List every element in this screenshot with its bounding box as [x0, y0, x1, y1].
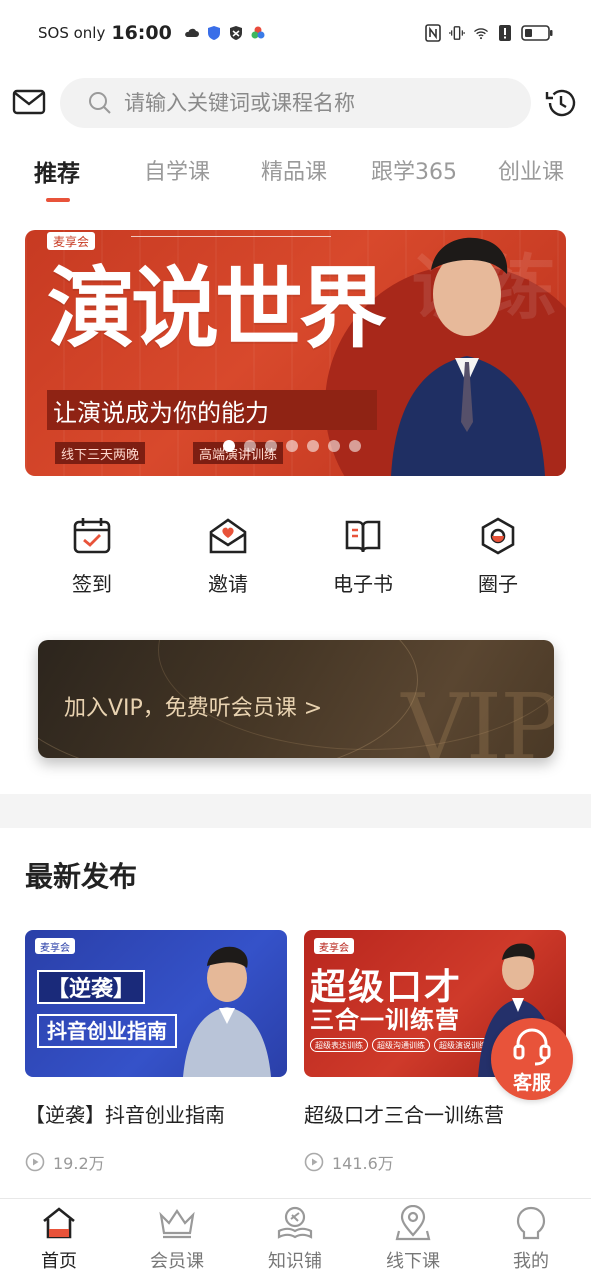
- clock-text: 16:00: [111, 22, 172, 44]
- play-count-icon: [304, 1152, 324, 1172]
- category-tabs: 推荐 自学课 精品课 跟学365 创业课: [0, 148, 591, 206]
- course-plays: 19.2万: [25, 1150, 287, 1174]
- carrier-text: SOS only: [38, 24, 106, 42]
- course-plays: 141.6万: [304, 1150, 566, 1174]
- nav-offline-course-label: 线下课: [386, 1251, 440, 1272]
- checkin-button[interactable]: 签到: [42, 512, 142, 602]
- search-icon: [88, 91, 112, 115]
- ebook-button[interactable]: 电子书: [313, 512, 413, 602]
- location-icon: [395, 1205, 431, 1241]
- carousel-dots: [223, 440, 361, 452]
- nav-offline-course[interactable]: 线下课: [363, 1205, 463, 1273]
- tab-self-study[interactable]: 自学课: [144, 154, 210, 186]
- envelope-heart-icon: [209, 518, 247, 554]
- active-tab-indicator: [46, 198, 70, 202]
- nav-home[interactable]: 首页: [9, 1205, 109, 1273]
- quick-actions: 签到 邀请 电子书 圈子: [0, 512, 591, 602]
- nav-profile-label: 我的: [513, 1251, 549, 1272]
- nav-member-course-label: 会员课: [150, 1251, 204, 1272]
- alert-icon: [497, 25, 513, 41]
- thumb-line-2: 三合一训练营: [310, 1006, 460, 1034]
- profile-icon: [516, 1206, 546, 1240]
- carousel-dot[interactable]: [328, 440, 340, 452]
- cloud-sun-icon: [184, 25, 200, 41]
- tab-recommend[interactable]: 推荐: [34, 154, 80, 188]
- circle-label: 圈子: [478, 572, 518, 596]
- status-right: [425, 24, 553, 42]
- carousel-dot[interactable]: [223, 440, 235, 452]
- nav-member-course[interactable]: 会员课: [127, 1205, 227, 1273]
- vip-watermark: VIP: [401, 674, 554, 758]
- knowledge-icon: [277, 1206, 313, 1239]
- play-count-icon: [25, 1152, 45, 1172]
- play-count-text: 141.6万: [332, 1154, 394, 1173]
- thumb-pills: 超级表达训练 超级沟通训练 超级演说训练: [310, 1038, 492, 1052]
- tab-startup[interactable]: 创业课: [498, 154, 564, 186]
- status-left: SOS only 16:00: [38, 22, 266, 44]
- play-count-text: 19.2万: [53, 1154, 105, 1173]
- section-title: 最新发布: [25, 860, 138, 893]
- nav-profile[interactable]: 我的: [481, 1205, 581, 1273]
- thumb-brand-logo: 麦享会: [35, 938, 75, 954]
- vip-cta-text: 加入VIP，免费听会员课 >: [64, 696, 323, 721]
- tab-premium[interactable]: 精品课: [261, 154, 327, 186]
- nav-home-label: 首页: [41, 1251, 77, 1272]
- search-bar[interactable]: [60, 78, 531, 128]
- checkin-label: 签到: [72, 572, 112, 596]
- color-wheel-icon: [250, 25, 266, 41]
- presenter-image: [391, 237, 545, 476]
- nav-knowledge-shop-label: 知识铺: [268, 1251, 322, 1272]
- banner-title: 演说世界: [47, 257, 387, 360]
- ebook-label: 电子书: [333, 572, 393, 596]
- banner-brand-logo: 麦享会: [47, 232, 96, 250]
- course-title: 超级口才三合一训练营: [304, 1103, 504, 1127]
- banner-tag-left: 线下三天两晚: [55, 442, 146, 464]
- thumb-brand-logo: 麦享会: [314, 938, 354, 954]
- history-icon[interactable]: [544, 86, 578, 120]
- thumb-pill: 超级表达训练: [310, 1038, 368, 1052]
- carousel-dot[interactable]: [286, 440, 298, 452]
- promo-banner[interactable]: 训练 麦享会 演说世界 让演说成为你的能力 线下三天两晚 高端演讲训练: [25, 230, 566, 476]
- shield-icon: [206, 25, 222, 41]
- tab-follow-365[interactable]: 跟学365: [371, 154, 457, 186]
- headset-icon: [513, 1028, 551, 1066]
- carousel-dot[interactable]: [265, 440, 277, 452]
- carousel-dot[interactable]: [244, 440, 256, 452]
- vip-banner[interactable]: VIP 加入VIP，免费听会员课 >: [38, 640, 554, 758]
- crown-icon: [159, 1209, 195, 1239]
- circle-button[interactable]: 圈子: [448, 512, 548, 602]
- banner-divider: [131, 236, 331, 237]
- presenter-image: [183, 946, 271, 1077]
- circle-hexagon-icon: [481, 517, 515, 555]
- search-input[interactable]: [124, 91, 484, 115]
- vibrate-icon: [449, 25, 465, 41]
- customer-service-button[interactable]: 客服: [491, 1018, 573, 1100]
- battery-icon: [521, 25, 553, 41]
- carousel-dot[interactable]: [349, 440, 361, 452]
- course-thumbnail: 麦享会 【逆袭】 抖音创业指南: [25, 930, 287, 1077]
- thumb-text: 抖音创业指南: [37, 1014, 177, 1048]
- status-bar: SOS only 16:00: [0, 0, 591, 66]
- wifi-icon: [473, 25, 489, 41]
- home-icon: [43, 1207, 75, 1239]
- vpn-icon: [228, 25, 244, 41]
- nav-knowledge-shop[interactable]: 知识铺: [245, 1205, 345, 1273]
- banner-slogan: 让演说成为你的能力: [47, 390, 377, 430]
- course-title: 【逆袭】抖音创业指南: [25, 1103, 225, 1127]
- section-divider: [0, 794, 591, 828]
- bottom-nav: 首页 会员课 知识铺 线下课 我的: [0, 1198, 591, 1280]
- search-row: [0, 76, 591, 130]
- carousel-dot[interactable]: [307, 440, 319, 452]
- thumb-tag: 【逆袭】: [37, 970, 146, 1004]
- mail-icon[interactable]: [12, 88, 46, 118]
- calendar-check-icon: [73, 518, 111, 554]
- book-icon: [345, 520, 381, 553]
- nfc-icon: [425, 24, 441, 42]
- customer-service-label: 客服: [512, 1072, 551, 1094]
- invite-button[interactable]: 邀请: [178, 512, 278, 602]
- invite-label: 邀请: [208, 572, 248, 596]
- course-card[interactable]: 麦享会 【逆袭】 抖音创业指南 【逆袭】抖音创业指南 19.2万: [25, 930, 287, 1174]
- thumb-pill: 超级沟通训练: [372, 1038, 430, 1052]
